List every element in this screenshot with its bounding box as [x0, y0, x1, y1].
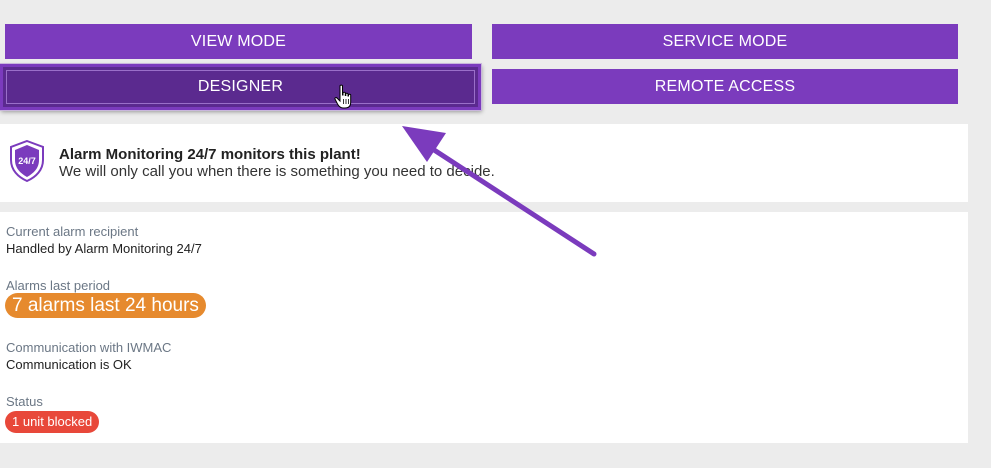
service-mode-button[interactable]: SERVICE MODE [492, 24, 958, 59]
alarms-label: Alarms last period [6, 278, 111, 293]
hand-cursor-icon [334, 84, 352, 109]
banner-subtitle: We will only call you when there is some… [59, 163, 495, 180]
designer-button[interactable]: DESIGNER [0, 64, 481, 110]
status-badge: 1 unit blocked [5, 411, 100, 433]
alarms-badge: 7 alarms last 24 hours [5, 293, 206, 318]
designer-button-label: DESIGNER [6, 70, 475, 104]
banner-title: Alarm Monitoring 24/7 monitors this plan… [59, 146, 361, 163]
status-label: Status [6, 394, 43, 409]
communication-value: Communication is OK [6, 357, 132, 372]
shield-24-7-icon: 24/7 [10, 140, 44, 182]
view-mode-button[interactable]: VIEW MODE [5, 24, 472, 59]
recipient-value: Handled by Alarm Monitoring 24/7 [6, 241, 202, 256]
badge-text: 24/7 [18, 156, 36, 166]
recipient-label: Current alarm recipient [6, 224, 139, 239]
remote-access-button[interactable]: REMOTE ACCESS [492, 69, 958, 104]
communication-label: Communication with IWMAC [6, 340, 172, 355]
